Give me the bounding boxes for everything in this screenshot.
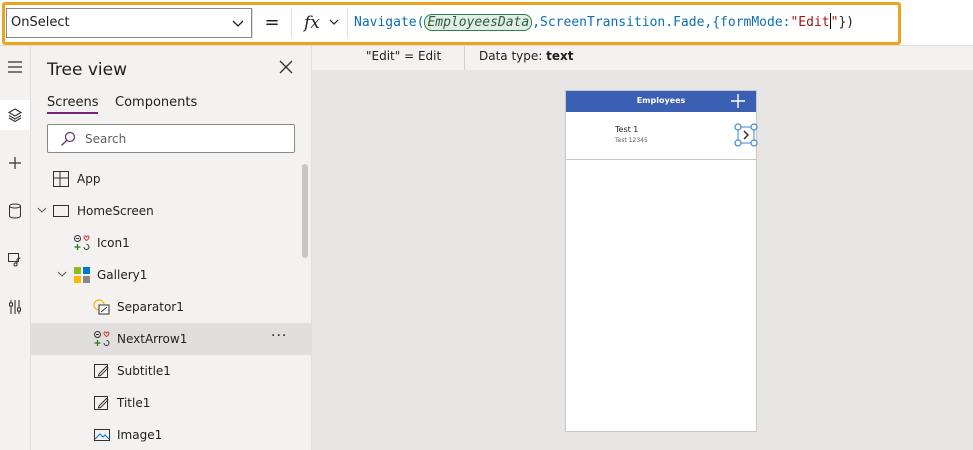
tree-item-label: App: [77, 172, 101, 186]
tree-item-label: Title1: [117, 396, 151, 410]
separator-shape-icon: [93, 299, 110, 315]
tree-item-title1[interactable]: Title1: [31, 387, 311, 419]
gallery-item[interactable]: Test 1 Test 12345: [566, 113, 758, 160]
search-input[interactable]: Search: [47, 124, 295, 153]
tree-item-gallery1[interactable]: Gallery1: [31, 259, 311, 291]
property-dropdown[interactable]: OnSelect: [6, 8, 252, 38]
tree-item-label: Separator1: [117, 300, 184, 314]
gallery-item-subtitle: Test 12345: [615, 137, 648, 144]
app-preview-screen: Employees Test 1 Test 12345: [565, 90, 758, 432]
insert-plus-icon[interactable]: [0, 148, 30, 178]
tree-item-label: Icon1: [97, 236, 130, 250]
tree-item-homescreen[interactable]: HomeScreen: [31, 195, 311, 227]
data-type: Data type: text: [479, 49, 574, 63]
formula-bar: OnSelect = fx Navigate(EmployeesData ,Scr…: [0, 0, 973, 46]
app-icon: [53, 171, 69, 187]
fx-button[interactable]: fx: [292, 8, 348, 38]
icon-control-icon: [74, 235, 90, 250]
next-arrow-icon[interactable]: [734, 123, 758, 147]
tree-item-label: HomeScreen: [77, 204, 154, 218]
equals-sign: =: [252, 8, 292, 38]
tree-item-nextarrow1[interactable]: NextArrow1 ···: [31, 323, 311, 355]
chevron-down-icon: [232, 20, 244, 27]
chevron-down-icon[interactable]: [36, 204, 48, 216]
label-edit-icon: [94, 396, 109, 410]
tree-item-label: Image1: [117, 428, 163, 442]
formula-mid: ,ScreenTransition.Fade,{formMode:: [532, 15, 791, 30]
screen-header: Employees: [566, 91, 756, 112]
tree-item-icon1[interactable]: Icon1: [31, 227, 311, 259]
data-type-label: Data type:: [479, 49, 547, 63]
icon-control-icon: [94, 331, 110, 346]
formula-end: }): [838, 15, 855, 30]
chevron-down-icon: [329, 19, 339, 25]
tab-screens[interactable]: Screens: [47, 95, 99, 114]
property-value: OnSelect: [11, 15, 70, 30]
tree-scrollbar[interactable]: [302, 164, 308, 258]
tree-view-pane: Tree view Screens Components Search App …: [31, 46, 312, 450]
gallery-item-title: Test 1: [615, 125, 639, 134]
tree-item-subtitle1[interactable]: Subtitle1: [31, 355, 311, 387]
left-rail: [0, 46, 31, 450]
close-icon[interactable]: [279, 60, 293, 74]
tree-view-layers-icon[interactable]: [0, 100, 30, 130]
formula-string: "Edit: [790, 15, 830, 30]
tree-item-label: NextArrow1: [117, 332, 188, 346]
formula-function: Navigate(: [354, 15, 425, 30]
hamburger-menu-icon[interactable]: [0, 52, 30, 82]
chevron-down-icon[interactable]: [56, 268, 68, 280]
screen-icon: [53, 205, 69, 217]
tree-item-app[interactable]: App: [31, 163, 311, 195]
screen-title: Employees: [636, 96, 686, 105]
formula-arg-screen: EmployeesData: [424, 14, 533, 31]
gallery-icon: [74, 267, 90, 283]
more-options-icon[interactable]: ···: [271, 328, 287, 344]
formula-result-bar: "Edit" = Edit Data type: text: [352, 46, 973, 70]
add-icon[interactable]: [730, 93, 746, 109]
label-edit-icon: [94, 364, 109, 378]
formula-result: "Edit" = Edit: [366, 49, 442, 63]
search-placeholder: Search: [85, 132, 127, 146]
data-type-value: text: [546, 49, 574, 63]
tree-item-separator1[interactable]: Separator1: [31, 291, 311, 323]
media-icon[interactable]: [0, 244, 30, 274]
powerapps-studio: OnSelect = fx Navigate(EmployeesData ,Scr…: [0, 0, 973, 450]
divider: [464, 46, 465, 70]
tree-item-label: Gallery1: [97, 268, 148, 282]
tab-components[interactable]: Components: [115, 95, 197, 110]
tree-item-label: Subtitle1: [117, 364, 171, 378]
fx-icon: fx: [304, 13, 320, 33]
image-icon: [94, 429, 110, 441]
formula-input[interactable]: Navigate(EmployeesData ,ScreenTransition.…: [354, 13, 855, 31]
data-database-icon[interactable]: [0, 196, 30, 226]
advanced-tools-icon[interactable]: [0, 292, 30, 322]
tree-view-title: Tree view: [47, 60, 127, 80]
tree-item-image1[interactable]: Image1: [31, 419, 311, 450]
search-icon: [61, 131, 76, 146]
